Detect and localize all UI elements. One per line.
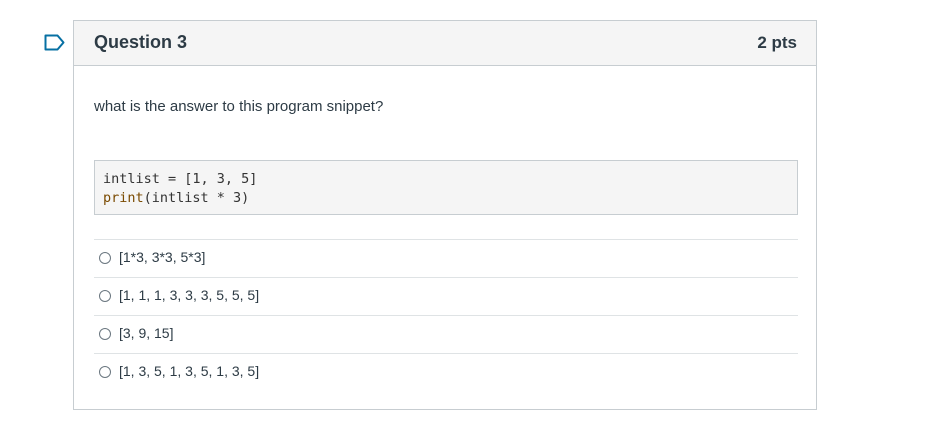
radio-button[interactable] <box>99 328 111 340</box>
quiz-page: Question 3 2 pts what is the answer to t… <box>0 0 936 440</box>
code-snippet: intlist = [1, 3, 5] print(intlist * 3) <box>94 160 798 215</box>
code-line-1: intlist = [1, 3, 5] <box>103 171 258 187</box>
radio-button[interactable] <box>99 290 111 302</box>
question-text: what is the answer to this program snipp… <box>94 98 384 115</box>
question-card: Question 3 2 pts what is the answer to t… <box>73 20 817 410</box>
code-line-2: print(intlist * 3) <box>103 189 789 208</box>
radio-button[interactable] <box>99 366 111 378</box>
answer-option-1[interactable]: [1*3, 3*3, 5*3] <box>94 239 798 277</box>
answer-label[interactable]: [1, 1, 1, 3, 3, 3, 5, 5, 5] <box>119 287 259 303</box>
answer-option-3[interactable]: [3, 9, 15] <box>94 315 798 353</box>
code-keyword-print: print <box>103 190 144 206</box>
question-header: Question 3 2 pts <box>74 21 816 66</box>
flag-question-icon[interactable] <box>44 34 65 51</box>
question-title: Question 3 <box>94 32 188 52</box>
answer-list: [1*3, 3*3, 5*3] [1, 1, 1, 3, 3, 3, 5, 5,… <box>94 239 798 391</box>
answer-option-2[interactable]: [1, 1, 1, 3, 3, 3, 5, 5, 5] <box>94 277 798 315</box>
answer-option-4[interactable]: [1, 3, 5, 1, 3, 5, 1, 3, 5] <box>94 353 798 391</box>
radio-button[interactable] <box>99 252 111 264</box>
code-line-2-rest: (intlist * 3) <box>143 190 250 206</box>
question-points: 2 pts <box>757 33 797 52</box>
answer-label[interactable]: [1, 3, 5, 1, 3, 5, 1, 3, 5] <box>119 363 259 379</box>
answer-label[interactable]: [1*3, 3*3, 5*3] <box>119 249 205 265</box>
answer-label[interactable]: [3, 9, 15] <box>119 325 173 341</box>
